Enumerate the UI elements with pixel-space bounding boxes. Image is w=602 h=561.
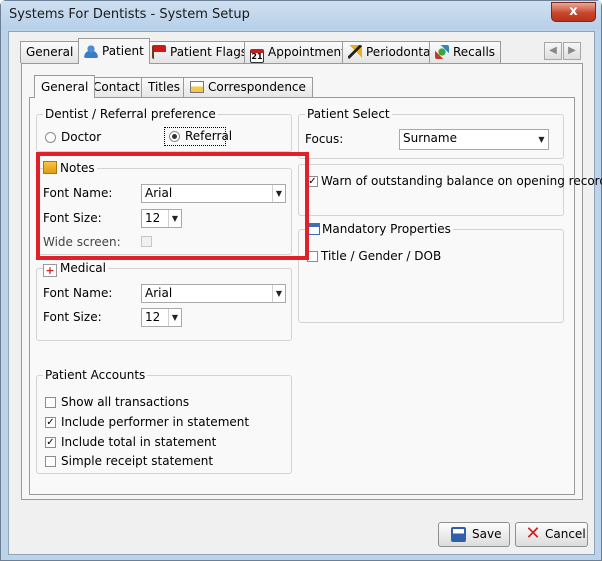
inner-tab-titles[interactable]: Titles xyxy=(141,77,187,97)
chevron-down-icon[interactable]: ▼ xyxy=(535,130,548,149)
medical-font-name-combo[interactable]: Arial ▼ xyxy=(141,284,286,303)
patient-accounts-group: Patient Accounts Show all transactions ✓… xyxy=(36,368,292,474)
tab-scroll-right-button[interactable]: ▶ xyxy=(563,42,581,60)
medical-font-size-label: Font Size: xyxy=(43,310,102,324)
patient-icon xyxy=(84,44,98,58)
tab-patient[interactable]: Patient xyxy=(78,38,150,64)
group-legend: + Medical xyxy=(43,261,108,277)
warn-balance-group: ✓ Warn of outstanding balance on opening… xyxy=(298,164,602,216)
focus-label: Focus: xyxy=(305,132,344,146)
medical-icon: + xyxy=(43,264,57,277)
referral-radio[interactable] xyxy=(169,131,180,142)
tab-label: Correspondence xyxy=(208,80,306,94)
focus-combo[interactable]: Surname ▼ xyxy=(399,129,549,150)
tab-recalls[interactable]: Recalls xyxy=(429,41,502,63)
correspondence-icon xyxy=(190,81,204,93)
group-legend: Mandatory Properties xyxy=(305,222,453,236)
recalls-icon xyxy=(435,45,449,59)
title-bar[interactable]: Systems For Dentists - System Setup x xyxy=(1,1,601,29)
tab-label: Periodontal xyxy=(366,45,434,59)
medical-font-name-label: Font Name: xyxy=(43,286,113,300)
doctor-radio[interactable] xyxy=(45,132,56,143)
save-label: Save xyxy=(472,527,502,541)
medical-font-size-combo[interactable]: 12 ▼ xyxy=(141,308,182,327)
chevron-down-icon[interactable]: ▼ xyxy=(168,309,181,326)
warn-balance-label: Warn of outstanding balance on opening r… xyxy=(321,174,602,188)
tab-general[interactable]: General xyxy=(20,41,80,63)
show-all-transactions-checkbox[interactable] xyxy=(45,397,56,408)
patient-select-group: Patient Select Focus: Surname ▼ xyxy=(298,107,564,159)
cancel-icon: ✕ xyxy=(525,523,541,544)
inner-tab-general[interactable]: General xyxy=(34,75,96,98)
doctor-label: Doctor xyxy=(61,130,102,144)
tab-label: General xyxy=(41,80,89,94)
system-setup-window: Systems For Dentists - System Setup x Ge… xyxy=(0,0,602,561)
periodontal-icon xyxy=(348,45,362,59)
inner-tab-correspondence[interactable]: Correspondence xyxy=(183,77,313,97)
cancel-label: Cancel xyxy=(545,527,586,541)
tab-periodontal[interactable]: Periodontal xyxy=(342,41,440,63)
save-icon xyxy=(451,527,466,542)
focus-value: Surname xyxy=(403,131,457,145)
chevron-down-icon[interactable]: ▼ xyxy=(272,285,285,302)
referral-label: Referral xyxy=(185,129,233,143)
tab-label: Patient Flags xyxy=(170,45,248,59)
tab-label: Patient xyxy=(102,44,144,58)
dentist-referral-group: Dentist / Referral preference Doctor Ref… xyxy=(36,107,292,152)
group-legend: Patient Select xyxy=(305,107,392,121)
tab-label: Contact xyxy=(93,80,140,94)
medical-group: + Medical Font Name: Arial ▼ Font Size: 1… xyxy=(36,261,292,341)
medical-font-name-value: Arial xyxy=(145,286,173,300)
medical-font-size-value: 12 xyxy=(145,310,161,324)
group-legend: Dentist / Referral preference xyxy=(43,107,218,121)
simple-receipt-label: Simple receipt statement xyxy=(61,454,214,468)
mandatory-properties-group: Mandatory Properties Title / Gender / DO… xyxy=(298,222,564,323)
include-performer-checkbox[interactable]: ✓ xyxy=(45,417,56,428)
save-button[interactable]: Save xyxy=(438,522,510,547)
window-title: Systems For Dentists - System Setup xyxy=(9,7,250,22)
group-legend: Patient Accounts xyxy=(43,368,148,382)
notes-highlight-frame xyxy=(36,152,309,260)
show-all-transactions-label: Show all transactions xyxy=(61,395,190,409)
cancel-button[interactable]: ✕ Cancel xyxy=(515,522,588,547)
calendar-icon: 21 xyxy=(250,49,264,63)
tab-scroll-left-button[interactable]: ◀ xyxy=(544,42,562,60)
tab-patient-flags[interactable]: Patient Flags xyxy=(146,41,254,63)
simple-receipt-checkbox[interactable] xyxy=(45,456,56,467)
patient-tab-page: General Contact Titles Correspondence De… xyxy=(21,63,602,500)
mandatory-legend-text: Mandatory Properties xyxy=(322,222,451,236)
tab-appointments[interactable]: 21 Appointments xyxy=(244,41,359,63)
referral-option[interactable]: Referral xyxy=(164,127,232,146)
title-gender-dob-label: Title / Gender / DOB xyxy=(321,249,442,263)
medical-legend-text: Medical xyxy=(60,261,106,275)
tab-label: Appointments xyxy=(268,45,353,59)
include-total-label: Include total in statement xyxy=(61,435,217,449)
tab-label: General xyxy=(26,45,74,59)
tab-label: Titles xyxy=(148,80,180,94)
include-total-checkbox[interactable]: ✓ xyxy=(45,437,56,448)
flag-icon xyxy=(152,45,166,59)
client-area: General Patient Patient Flags 21 Appointm… xyxy=(8,31,602,555)
include-performer-label: Include performer in statement xyxy=(61,415,250,429)
tab-label: Recalls xyxy=(453,45,496,59)
close-button[interactable]: x xyxy=(551,2,596,22)
